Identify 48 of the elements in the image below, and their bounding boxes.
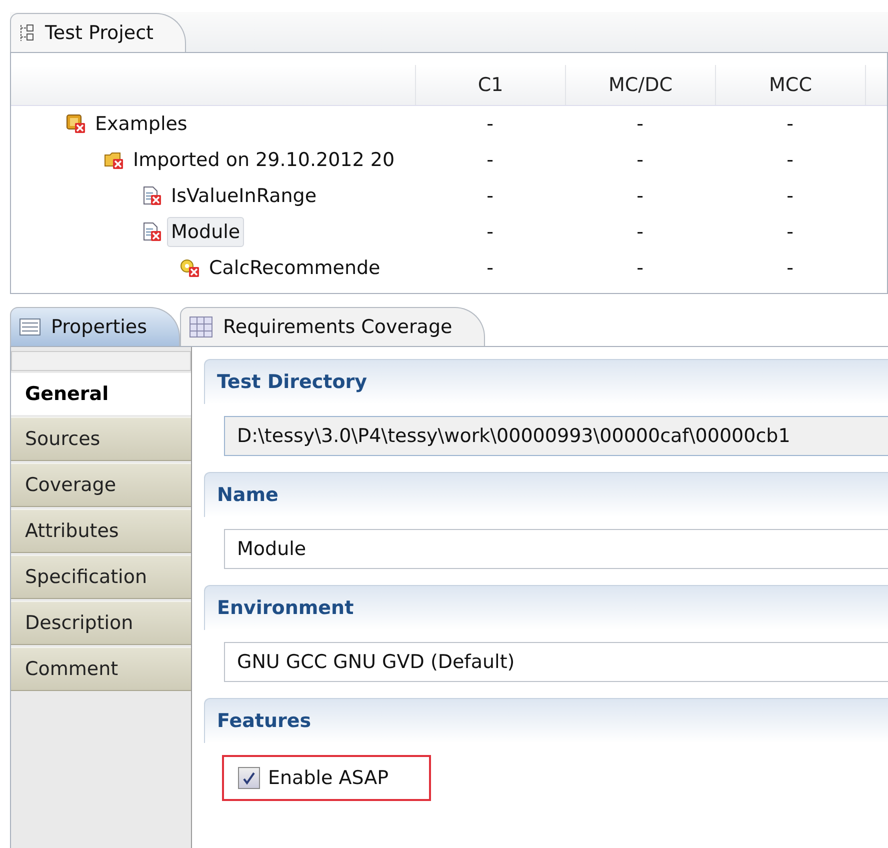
section-header: Test Directory (204, 359, 888, 404)
tree-item[interactable]: CalcRecommende (205, 253, 384, 283)
side-tab[interactable]: General (11, 373, 191, 415)
side-tab[interactable]: Coverage (11, 463, 191, 507)
side-tab[interactable]: Description (11, 601, 191, 645)
text-field[interactable]: Module (224, 529, 888, 569)
text-field[interactable]: D:\tessy\3.0\P4\tessy\work\00000993\00000caf\00000cb1 (224, 416, 888, 456)
text-field[interactable]: GNU GCC GNU GVD (Default) (224, 642, 888, 682)
document-error-icon (141, 185, 163, 207)
tree-item[interactable]: IsValueInRange (167, 181, 321, 211)
checkbox[interactable]: Enable ASAP (238, 767, 389, 789)
table-cell: - (636, 185, 644, 207)
side-tab[interactable]: Specification (11, 555, 191, 599)
table-cell: - (486, 113, 494, 135)
column-header[interactable]: C1 (415, 65, 565, 105)
section-header: Environment (204, 585, 888, 630)
column-header[interactable]: MCC (715, 65, 865, 105)
side-tab[interactable]: Attributes (11, 509, 191, 553)
tree-item[interactable]: Module (167, 217, 244, 247)
grid-icon (189, 316, 214, 338)
side-tab[interactable]: Comment (11, 647, 191, 691)
section-header: Features (204, 698, 888, 743)
list-icon (19, 318, 41, 336)
view-tab[interactable]: Properties (10, 307, 180, 346)
view-tab[interactable]: Test Project (10, 13, 186, 52)
table-cell: - (786, 149, 794, 171)
section-header: Name (204, 472, 888, 517)
column-header[interactable]: MC/DC (565, 65, 715, 105)
table-cell: - (786, 257, 794, 279)
table-cell: - (636, 257, 644, 279)
side-tab[interactable]: Sources (11, 417, 191, 461)
table-cell: - (786, 185, 794, 207)
table-cell: - (486, 221, 494, 243)
table-cell: - (486, 149, 494, 171)
tree-item[interactable]: Imported on 29.10.2012 20 (129, 145, 399, 175)
checkbox-box[interactable] (238, 767, 260, 789)
tree-icon (19, 23, 35, 43)
table-cell: - (636, 149, 644, 171)
table-cell: - (486, 257, 494, 279)
tree-item[interactable]: Examples (91, 109, 192, 139)
box-error-icon (65, 113, 87, 135)
table-cell: - (636, 221, 644, 243)
table-cell: - (486, 185, 494, 207)
view-tab[interactable]: Requirements Coverage (180, 307, 486, 346)
document-error-icon (141, 221, 163, 243)
table-cell: - (786, 113, 794, 135)
table-cell: - (786, 221, 794, 243)
table-cell: - (636, 113, 644, 135)
